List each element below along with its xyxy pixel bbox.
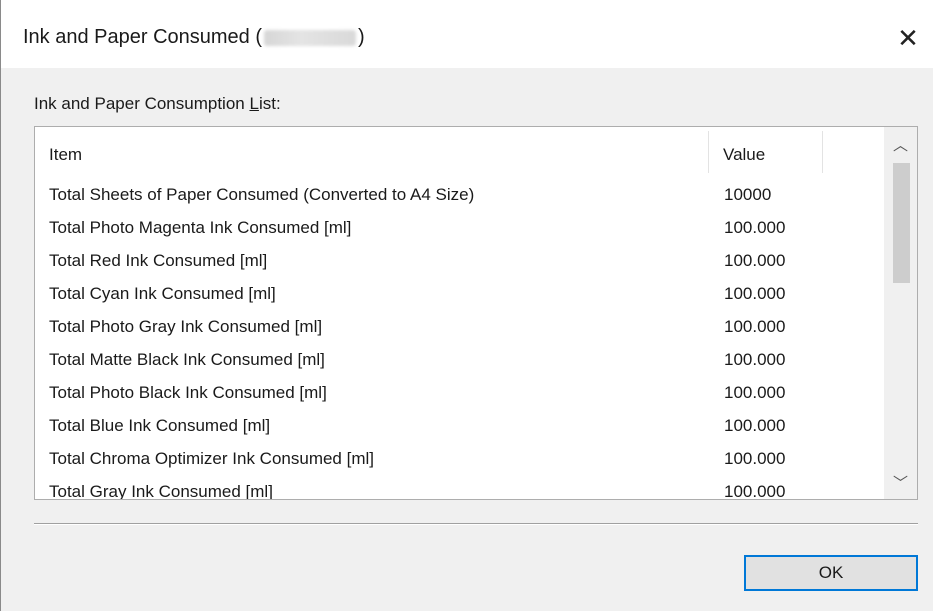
row-value: 100.000 [724,317,786,336]
ink-paper-dialog: Ink and Paper Consumed () ✕ Ink and Pape… [0,0,933,611]
list-row[interactable]: Total Sheets of Paper Consumed (Converte… [35,180,885,212]
column-header-value[interactable]: Value [723,145,765,165]
list-row[interactable]: Total Red Ink Consumed [ml] 100.000 [35,246,885,278]
row-item: Total Blue Ink Consumed [ml] [49,416,271,435]
list-row[interactable]: Total Photo Gray Ink Consumed [ml] 100.0… [35,312,885,344]
row-item: Total Gray Ink Consumed [ml] [49,482,273,500]
vertical-scrollbar[interactable]: ︿ ﹀ [884,127,917,499]
row-value: 100.000 [724,383,786,402]
dialog-title: Ink and Paper Consumed () [23,26,365,49]
redacted-model-name [264,29,357,46]
row-value: 100.000 [724,482,786,500]
column-header-item[interactable]: Item [49,145,82,165]
list-row[interactable]: Total Gray Ink Consumed [ml] 100.000 [35,477,885,500]
consumption-list-label: Ink and Paper Consumption List: [34,94,281,114]
row-item: Total Sheets of Paper Consumed (Converte… [49,185,475,204]
scroll-up-icon[interactable]: ︿ [884,129,917,159]
row-item: Total Red Ink Consumed [ml] [49,251,268,270]
background-window-strip [1,0,933,10]
row-item: Total Chroma Optimizer Ink Consumed [ml] [49,449,374,468]
row-item: Total Photo Magenta Ink Consumed [ml] [49,218,352,237]
list-row[interactable]: Total Matte Black Ink Consumed [ml] 100.… [35,345,885,377]
list-label-part2: ist: [258,94,281,113]
list-label-accesskey: L [249,94,259,113]
row-value: 100.000 [724,251,786,270]
scroll-down-icon[interactable]: ﹀ [884,467,917,497]
list-header: Item Value [35,127,885,177]
row-value: 100.000 [724,350,786,369]
list-row[interactable]: Total Blue Ink Consumed [ml] 100.000 [35,411,885,443]
column-separator[interactable] [822,131,823,173]
dialog-title-suffix: ) [358,26,365,48]
list-row[interactable]: Total Photo Magenta Ink Consumed [ml] 10… [35,213,885,245]
column-separator[interactable] [708,131,709,173]
list-label-part1: Ink and Paper Consumption [34,94,250,113]
close-icon[interactable]: ✕ [888,18,928,58]
row-item: Total Photo Black Ink Consumed [ml] [49,383,327,402]
row-value: 10000 [724,185,772,204]
scrollbar-thumb[interactable] [893,163,910,283]
dialog-title-prefix: Ink and Paper Consumed ( [23,26,263,48]
divider [34,523,918,525]
row-item: Total Photo Gray Ink Consumed [ml] [49,317,323,336]
row-value: 100.000 [724,416,786,435]
row-value: 100.000 [724,449,786,468]
list-row[interactable]: Total Photo Black Ink Consumed [ml] 100.… [35,378,885,410]
consumption-list[interactable]: Item Value Total Sheets of Paper Consume… [34,126,918,500]
list-row[interactable]: Total Cyan Ink Consumed [ml] 100.000 [35,279,885,311]
row-item: Total Matte Black Ink Consumed [ml] [49,350,325,369]
row-value: 100.000 [724,284,786,303]
row-item: Total Cyan Ink Consumed [ml] [49,284,276,303]
title-bar: Ink and Paper Consumed () ✕ [1,10,933,68]
row-value: 100.000 [724,218,786,237]
ok-button[interactable]: OK [744,555,918,591]
list-row[interactable]: Total Chroma Optimizer Ink Consumed [ml]… [35,444,885,476]
